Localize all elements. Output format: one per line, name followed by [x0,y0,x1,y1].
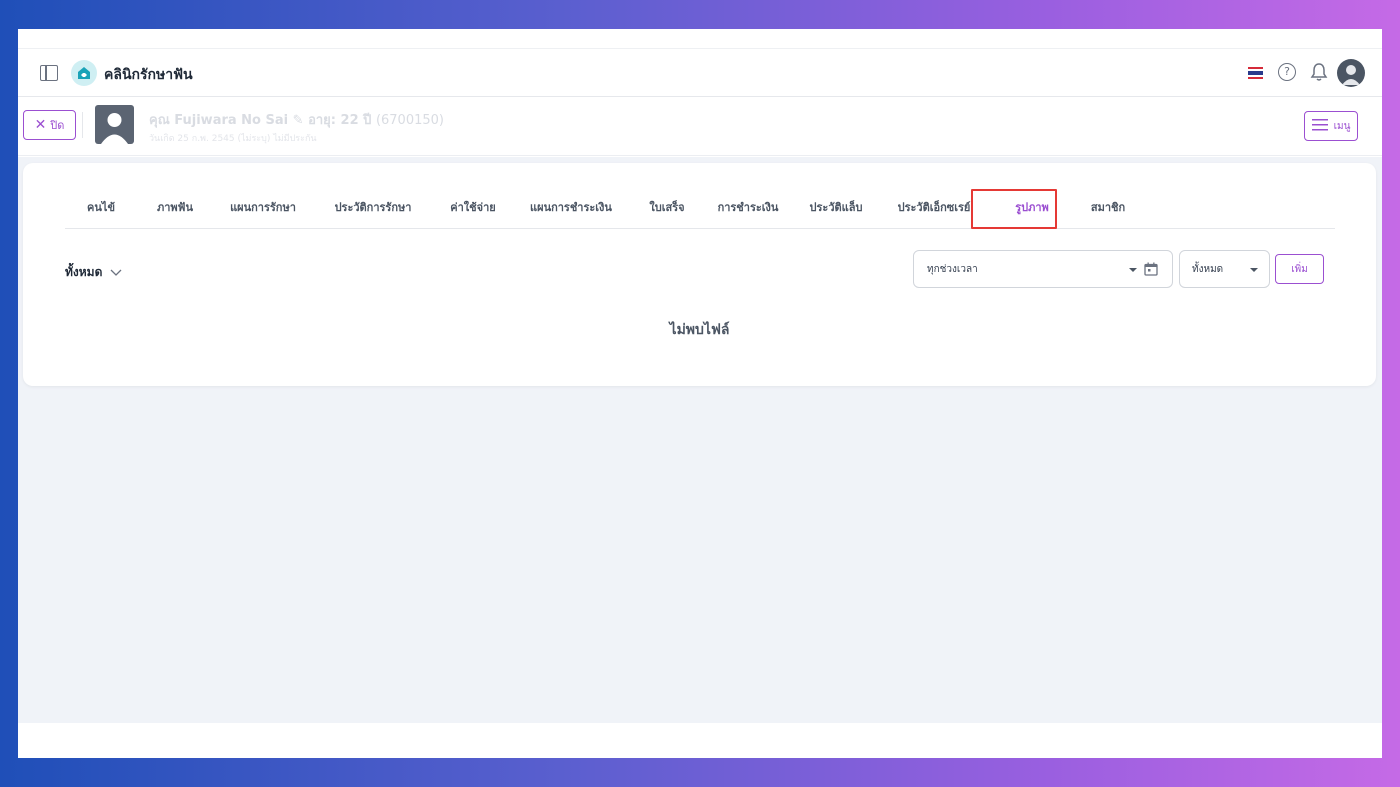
type-select[interactable]: ทั้งหมด [1179,250,1270,288]
tab-dental-chart[interactable]: ภาพฟัน [137,187,213,227]
patient-bar: ✕ ปิด คุณ Fujiwara No Sai ✎ อายุ: 22 ปี … [18,98,1382,156]
clinic-name: คลินิกรักษาฟัน [104,67,193,83]
menu-label: เมนู [1333,120,1351,132]
caret-down-icon [1250,268,1258,272]
bell-icon[interactable] [1310,62,1328,82]
hamburger-icon [1311,118,1328,134]
type-select-value: ทั้งหมด [1192,263,1224,275]
tab-patient[interactable]: คนไข้ [65,187,137,227]
edit-icon[interactable]: ✎ [293,113,304,128]
patient-subline: วันเกิด 25 ก.พ. 2545 (ไม่ระบุ) ไม่มีประก… [149,134,317,144]
tab-treatment-plan[interactable]: แผนการรักษา [213,187,313,227]
category-filter-label: ทั้งหมด [65,265,103,279]
add-button[interactable]: เพิ่ม [1275,254,1324,284]
close-icon: ✕ [34,117,47,133]
calendar-icon[interactable] [1144,262,1158,279]
divider [82,112,83,138]
patient-avatar [95,105,134,144]
menu-button[interactable]: เมนู [1304,111,1358,141]
close-button[interactable]: ✕ ปิด [23,110,76,140]
thai-flag-icon[interactable] [1248,67,1263,79]
close-label: ปิด [50,119,65,132]
patient-age: อายุ: 22 ปี [308,113,372,128]
tab-payment-plan[interactable]: แผนการชำระเงิน [513,187,629,227]
date-range-value: ทุกช่วงเวลา [927,263,978,275]
tab-payments[interactable]: การชำระเงิน [705,187,791,227]
files-card: คนไข้ ภาพฟัน แผนการรักษา ประวัติการรักษา… [23,163,1376,386]
caret-down-icon [1129,268,1137,272]
tab-bar: คนไข้ ภาพฟัน แผนการรักษา ประวัติการรักษา… [65,187,1335,229]
category-filter[interactable]: ทั้งหมด [65,263,122,282]
tab-treatment-history[interactable]: ประวัติการรักษา [313,187,433,227]
patient-name-text: คุณ Fujiwara No Sai [149,113,289,128]
date-range-select[interactable]: ทุกช่วงเวลา [913,250,1173,288]
sidebar-toggle-icon[interactable] [40,65,58,81]
help-icon[interactable]: ? [1278,63,1296,81]
active-tab-highlight [971,189,1057,229]
user-avatar[interactable] [1337,59,1365,87]
app-window: คลินิกรักษาฟัน ? ✕ ปิด คุณ Fujiwara No S… [18,29,1382,758]
patient-id: (6700150) [375,113,444,128]
tab-lab-history[interactable]: ประวัติแล็บ [791,187,881,227]
tab-members[interactable]: สมาชิก [1075,187,1141,227]
top-bar: คลินิกรักษาฟัน ? [18,48,1382,97]
tab-receipts[interactable]: ใบเสร็จ [629,187,705,227]
chevron-down-icon [110,266,122,280]
clinic-logo-icon [71,60,97,86]
patient-name: คุณ Fujiwara No Sai ✎ อายุ: 22 ปี (67001… [149,109,444,130]
tab-expenses[interactable]: ค่าใช้จ่าย [433,187,513,227]
empty-state-message: ไม่พบไฟล์ [669,322,730,338]
